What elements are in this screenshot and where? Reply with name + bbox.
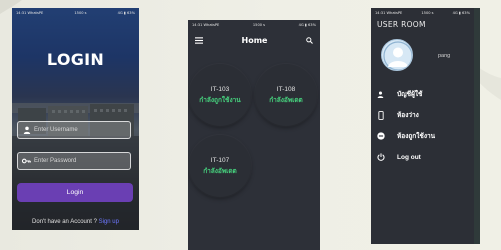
drawer-backdrop[interactable] [474, 8, 480, 244]
room-id: IT-107 [210, 156, 230, 164]
drawer-item-used-rooms[interactable]: ห้องถูกใช้งาน [376, 130, 471, 142]
drawer-title: USER ROOM [377, 20, 426, 29]
drawer-item-free-rooms[interactable]: ห้องว่าง [376, 109, 471, 121]
drawer-item-logout[interactable]: Log out [376, 151, 471, 163]
home-header: Home [188, 32, 320, 48]
status-time: 14:31 WhatsPE [375, 10, 403, 15]
home-screen: 14:31 WhatsPE 1500 s 4G ▮ 63% Home IT-10… [188, 20, 320, 250]
drawer-item-label: ห้องถูกใช้งาน [397, 133, 436, 140]
drawer-item-label: Log out [397, 153, 421, 161]
room-id: IT-103 [210, 85, 230, 93]
status-bar: 14:31 WhatsPE 1500 s 4G ▮ 63% [188, 20, 320, 29]
status-battery: 4G ▮ 63% [298, 22, 316, 27]
username-placeholder: Enter Username [34, 127, 78, 133]
user-avatar-icon[interactable] [381, 39, 413, 71]
person-icon [376, 90, 385, 99]
username-input[interactable]: Enter Username [17, 121, 131, 139]
login-button[interactable]: Login [17, 183, 133, 202]
room-status: กำลังอัพเดต [203, 167, 237, 175]
password-placeholder: Enter Password [34, 158, 77, 164]
status-center: 1500 s [421, 10, 434, 15]
status-center: 1500 s [74, 10, 87, 15]
page-title: Home [241, 35, 268, 45]
room-card[interactable]: IT-108 กำลังอัพเดต [255, 64, 317, 126]
hamburger-menu-icon[interactable] [195, 31, 203, 49]
signup-prompt: Don't have an Account ? [32, 219, 99, 225]
room-id: IT-108 [276, 85, 296, 93]
user-icon [22, 126, 31, 135]
room-status: กำลังถูกใช้งาน [199, 96, 241, 104]
room-status: กำลังอัพเดต [269, 96, 303, 104]
status-bar: 14:31 WhatsPE 1500 s 4G ▮ 63% [371, 8, 474, 17]
status-battery: 4G ▮ 63% [117, 10, 135, 15]
status-bar: 14:31 WhatsPE 1500 s 4G ▮ 63% [12, 8, 139, 17]
password-input[interactable]: Enter Password [17, 152, 131, 170]
room-card[interactable]: IT-103 กำลังถูกใช้งาน [189, 64, 251, 126]
minus-circle-icon [376, 132, 385, 141]
signup-row: Don't have an Account ? Sign up [12, 219, 139, 225]
signup-link[interactable]: Sign up [99, 219, 119, 225]
key-icon [22, 157, 31, 166]
status-center: 1500 s [252, 22, 266, 27]
drawer-item-account[interactable]: บัญชีผู้ใช้ [376, 88, 471, 100]
drawer-username: pang [438, 53, 451, 59]
login-title: LOGIN [46, 50, 105, 69]
drawer-item-label: ห้องว่าง [397, 112, 419, 119]
power-icon [376, 153, 385, 162]
status-time: 14:31 WhatsPE [192, 22, 220, 27]
phone-icon [376, 110, 385, 120]
drawer-screen: 14:31 WhatsPE 1500 s 4G ▮ 63% USER ROOM … [371, 8, 474, 244]
search-icon[interactable] [306, 31, 313, 49]
login-screen: 14:31 WhatsPE 1500 s 4G ▮ 63% LOGIN Ente… [12, 8, 139, 230]
drawer-item-label: บัญชีผู้ใช้ [397, 91, 423, 98]
room-card[interactable]: IT-107 กำลังอัพเดต [189, 135, 251, 197]
status-time: 14:31 WhatsPE [16, 10, 44, 15]
status-battery: 4G ▮ 63% [452, 10, 470, 15]
